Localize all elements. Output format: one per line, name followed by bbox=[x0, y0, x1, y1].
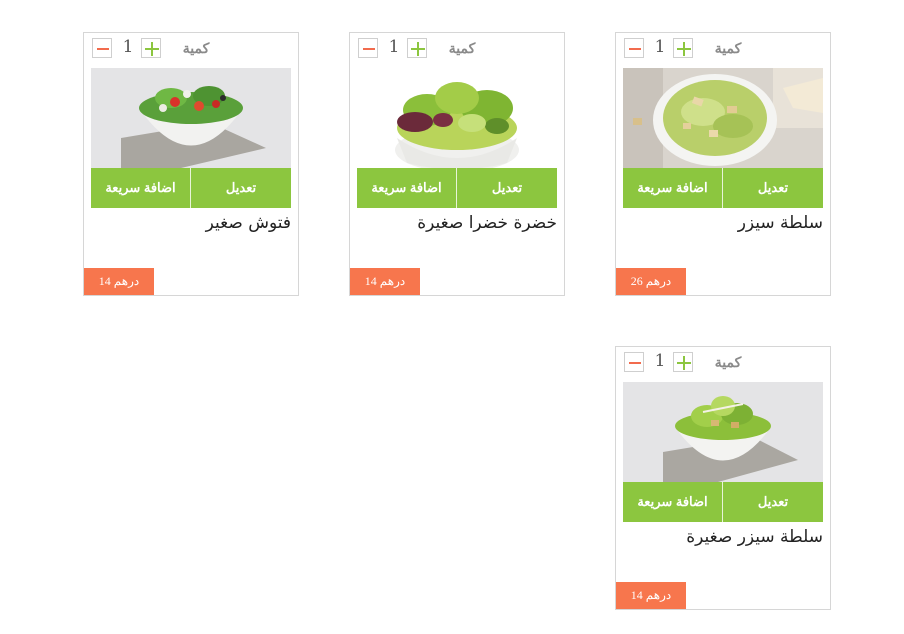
minus-icon bbox=[629, 362, 641, 364]
quantity-label: كمية bbox=[448, 40, 476, 56]
action-buttons: اضافة سريعة تعديل bbox=[623, 168, 823, 208]
item-name: سلطة سيزر صغيرة bbox=[686, 527, 823, 547]
price-badge: درهم 14 bbox=[84, 268, 154, 295]
quantity-row: 1 كمية bbox=[616, 33, 830, 63]
plus-icon bbox=[145, 42, 159, 56]
green-salad-photo bbox=[357, 68, 557, 168]
quantity-row: 1 كمية bbox=[616, 347, 830, 377]
quantity-row: 1 كمية bbox=[350, 33, 564, 63]
decrease-quantity-button[interactable] bbox=[624, 38, 644, 58]
quantity-row: 1 كمية bbox=[84, 33, 298, 63]
item-name: سلطة سيزر bbox=[737, 213, 823, 233]
quantity-label: كمية bbox=[714, 354, 742, 370]
edit-button[interactable]: تعديل bbox=[191, 168, 291, 208]
edit-button[interactable]: تعديل bbox=[723, 168, 823, 208]
minus-icon bbox=[363, 48, 375, 50]
increase-quantity-button[interactable] bbox=[673, 38, 693, 58]
minus-icon bbox=[97, 48, 109, 50]
plus-icon bbox=[677, 356, 691, 370]
quick-add-button[interactable]: اضافة سريعة bbox=[91, 168, 190, 208]
menu-item-card: 1 كمية اضافة سريعة تعديل سلطة سيزر صغيرة… bbox=[615, 346, 831, 610]
quantity-value: 1 bbox=[654, 351, 666, 371]
item-name: خضرة خضرا صغيرة bbox=[417, 213, 557, 233]
quantity-value: 1 bbox=[654, 37, 666, 57]
small-caesar-salad-photo bbox=[623, 382, 823, 482]
price-badge: درهم 14 bbox=[350, 268, 420, 295]
action-buttons: اضافة سريعة تعديل bbox=[623, 482, 823, 522]
menu-grid: 1 كمية اضافة سريعة تعديل سلطة سيزر درهم … bbox=[0, 0, 904, 634]
action-buttons: اضافة سريعة تعديل bbox=[357, 168, 557, 208]
menu-item-card: 1 كمية اضافة سريعة bbox=[349, 32, 565, 296]
caesar-salad-photo bbox=[623, 68, 823, 168]
price-badge: درهم 26 bbox=[616, 268, 686, 295]
edit-button[interactable]: تعديل bbox=[457, 168, 557, 208]
fattoush-photo bbox=[91, 68, 291, 168]
quantity-value: 1 bbox=[122, 37, 134, 57]
quantity-value: 1 bbox=[388, 37, 400, 57]
plus-icon bbox=[411, 42, 425, 56]
decrease-quantity-button[interactable] bbox=[624, 352, 644, 372]
quick-add-button[interactable]: اضافة سريعة bbox=[357, 168, 456, 208]
increase-quantity-button[interactable] bbox=[673, 352, 693, 372]
quantity-label: كمية bbox=[714, 40, 742, 56]
action-buttons: اضافة سريعة تعديل bbox=[91, 168, 291, 208]
decrease-quantity-button[interactable] bbox=[92, 38, 112, 58]
edit-button[interactable]: تعديل bbox=[723, 482, 823, 522]
plus-icon bbox=[677, 42, 691, 56]
price-badge: درهم 14 bbox=[616, 582, 686, 609]
menu-item-card: 1 كمية اضافة سريعة bbox=[83, 32, 299, 296]
minus-icon bbox=[629, 48, 641, 50]
menu-item-card: 1 كمية اضافة سريعة تعديل سلطة سيزر درهم … bbox=[615, 32, 831, 296]
decrease-quantity-button[interactable] bbox=[358, 38, 378, 58]
quick-add-button[interactable]: اضافة سريعة bbox=[623, 482, 722, 522]
increase-quantity-button[interactable] bbox=[407, 38, 427, 58]
quick-add-button[interactable]: اضافة سريعة bbox=[623, 168, 722, 208]
item-name: فتوش صغير bbox=[205, 213, 291, 233]
quantity-label: كمية bbox=[182, 40, 210, 56]
increase-quantity-button[interactable] bbox=[141, 38, 161, 58]
